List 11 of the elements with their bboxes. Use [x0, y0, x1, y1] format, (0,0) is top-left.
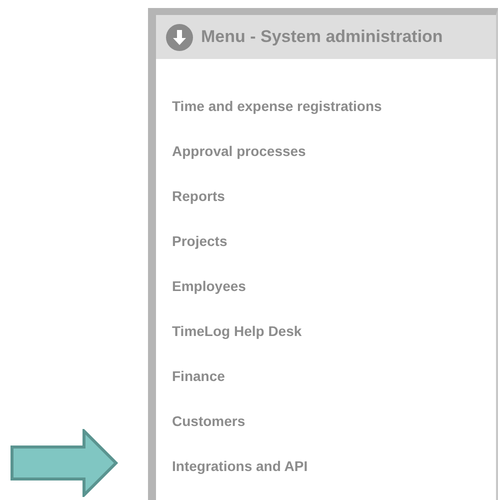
menu-item[interactable]: Projects — [172, 233, 228, 249]
menu-title: Menu - System administration — [201, 27, 443, 47]
menu-item[interactable]: Time and expense registrations — [172, 98, 382, 114]
menu-item[interactable]: TimeLog Help Desk — [172, 323, 302, 339]
menu-item[interactable]: Integrations and API — [172, 458, 308, 474]
menu-item[interactable]: Reports — [172, 188, 225, 204]
arrow-icon — [10, 429, 118, 497]
menu-item[interactable]: Customers — [172, 413, 246, 429]
menu-item[interactable]: Finance — [172, 368, 225, 384]
menu-item[interactable]: Employees — [172, 278, 246, 294]
menu-item[interactable]: Approval processes — [172, 143, 306, 159]
